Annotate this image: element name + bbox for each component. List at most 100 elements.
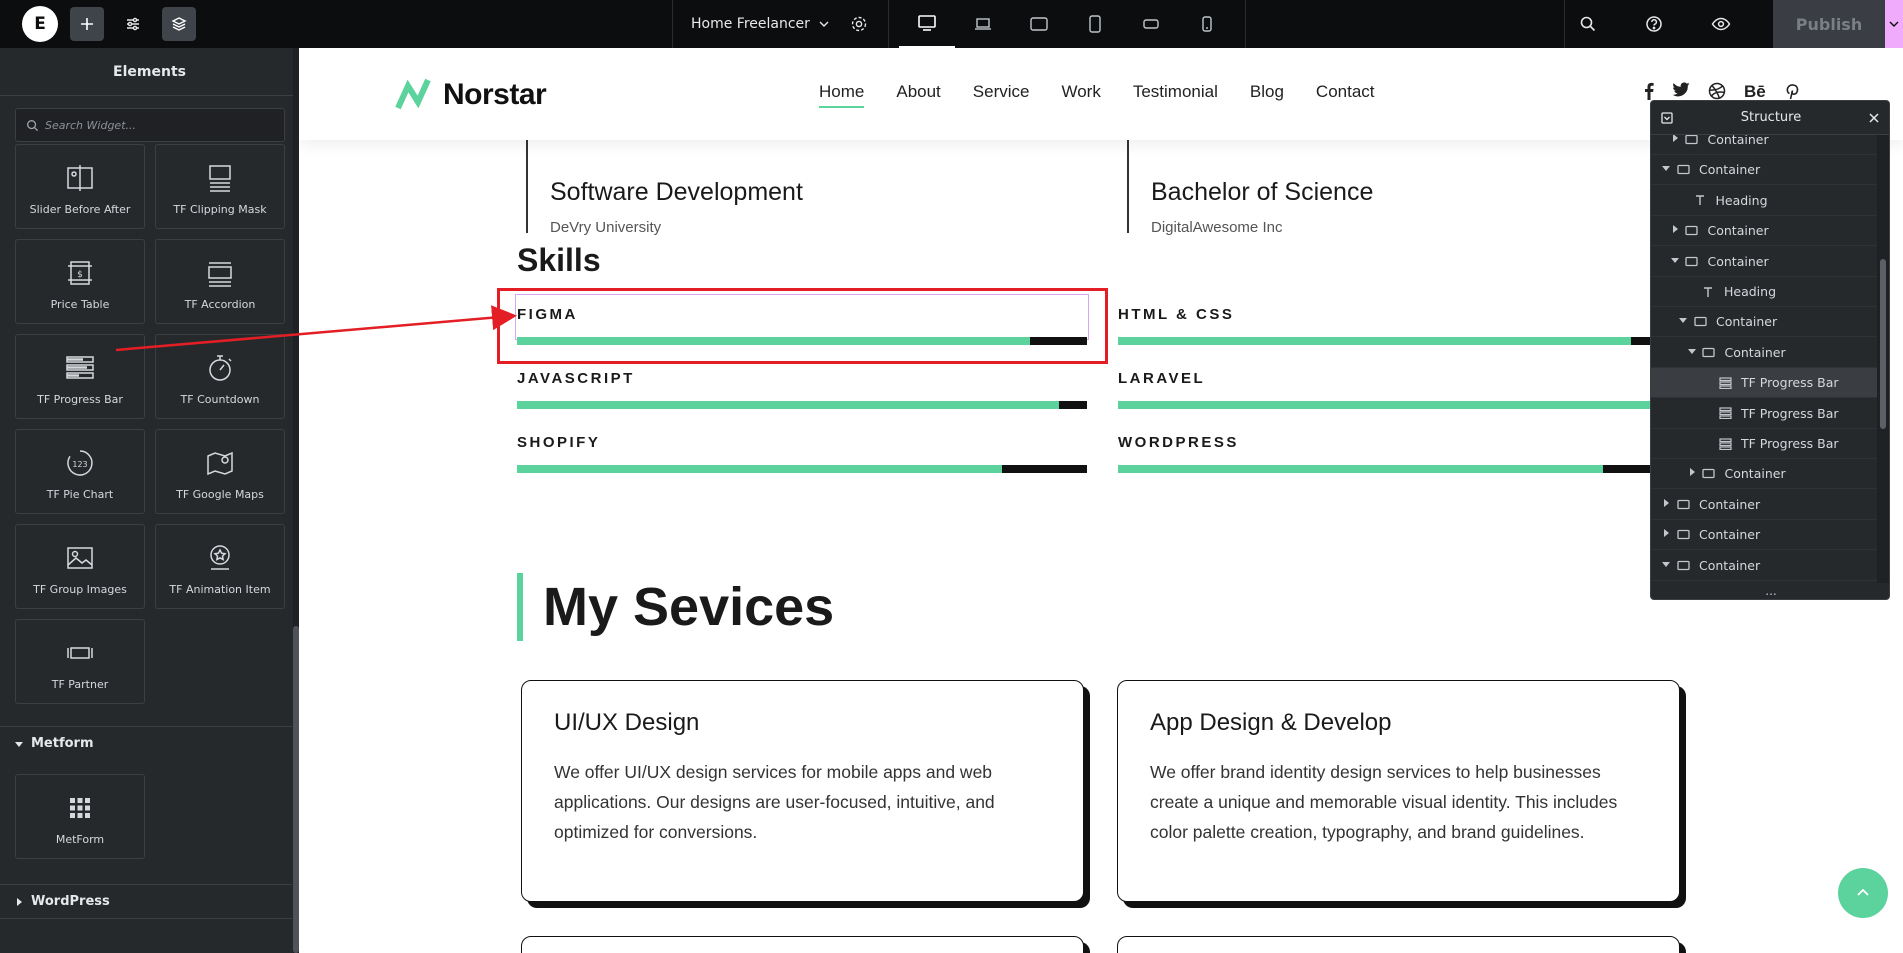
- structure-row[interactable]: TF Progress Bar: [1651, 399, 1877, 429]
- skill-progress-bar[interactable]: JAVASCRIPT: [517, 370, 1087, 409]
- structure-row-label: Container: [1699, 162, 1761, 178]
- structure-row[interactable]: Heading: [1651, 277, 1877, 307]
- skill-progress-bar[interactable]: WORDPRESS: [1118, 434, 1688, 473]
- caret-right-icon[interactable]: [1659, 498, 1673, 510]
- structure-row[interactable]: Container: [1651, 307, 1877, 338]
- service-description: We offer brand identity design services …: [1150, 762, 1618, 842]
- caret-down-icon[interactable]: [1685, 347, 1699, 358]
- device-laptop-button[interactable]: [955, 0, 1011, 48]
- help-icon[interactable]: [1645, 15, 1663, 33]
- structure-row[interactable]: Container: [1651, 338, 1877, 368]
- widget-progress-bar[interactable]: TF Progress Bar: [15, 334, 145, 419]
- facebook-icon[interactable]: [1644, 82, 1654, 100]
- twitter-icon[interactable]: [1672, 82, 1690, 98]
- structure-row[interactable]: Container: [1651, 459, 1877, 490]
- nav-blog[interactable]: Blog: [1250, 82, 1284, 108]
- partner-icon: [63, 636, 97, 670]
- behance-icon[interactable]: Bē: [1744, 82, 1766, 102]
- widget-label: TF Pie Chart: [46, 488, 114, 501]
- caret-right-icon[interactable]: [1668, 135, 1682, 145]
- caret-down-icon[interactable]: [1676, 316, 1690, 327]
- skill-progress-bar[interactable]: SHOPIFY: [517, 434, 1087, 473]
- site-settings-button[interactable]: [116, 7, 150, 41]
- page-settings-gear-icon[interactable]: [850, 15, 868, 33]
- caret-down-icon[interactable]: [1659, 560, 1673, 571]
- container-icon: [1690, 316, 1710, 327]
- publish-options-button[interactable]: [1885, 0, 1903, 48]
- desktop-icon: [918, 15, 936, 31]
- skill-progress-bar[interactable]: HTML & CSS: [1118, 306, 1688, 345]
- nav-service[interactable]: Service: [973, 82, 1030, 108]
- collapse-icon[interactable]: [1661, 111, 1673, 124]
- skill-progress-bar[interactable]: LARAVEL: [1118, 370, 1688, 409]
- caret-right-icon[interactable]: [1685, 468, 1699, 479]
- search-icon[interactable]: [1579, 15, 1597, 33]
- skill-name: SHOPIFY: [517, 434, 601, 451]
- structure-row[interactable]: Container: [1651, 247, 1877, 277]
- nav-home[interactable]: Home: [819, 82, 865, 108]
- structure-toggle-button[interactable]: [162, 7, 196, 41]
- clipping-mask-icon: [203, 161, 237, 195]
- structure-scrollbar[interactable]: [1877, 135, 1889, 583]
- site-brand[interactable]: Norstar: [395, 76, 547, 114]
- nav-testimonial[interactable]: Testimonial: [1133, 82, 1218, 108]
- caret-right-icon[interactable]: [1659, 529, 1673, 540]
- caret-right-icon[interactable]: [1668, 225, 1682, 236]
- publish-button[interactable]: Publish: [1773, 0, 1885, 48]
- caret-down-icon[interactable]: [1659, 164, 1673, 175]
- device-tablet-landscape-button[interactable]: [1011, 0, 1067, 48]
- widget-search-input[interactable]: [45, 118, 265, 132]
- close-icon[interactable]: [1869, 112, 1879, 123]
- device-tablet-portrait-button[interactable]: [1067, 0, 1123, 48]
- widget-clipping-mask[interactable]: TF Clipping Mask: [155, 144, 285, 229]
- section-wordpress[interactable]: WordPress: [0, 884, 292, 918]
- pinterest-icon[interactable]: [1784, 82, 1800, 100]
- widget-animation-item[interactable]: TF Animation Item: [155, 524, 285, 609]
- widget-accordion[interactable]: TF Accordion: [155, 239, 285, 324]
- widget-metform[interactable]: MetForm: [15, 774, 145, 859]
- device-mobile-landscape-button[interactable]: [1123, 0, 1179, 48]
- widget-group-images[interactable]: TF Group Images: [15, 524, 145, 609]
- widget-pie-chart[interactable]: 123 TF Pie Chart: [15, 429, 145, 514]
- structure-scrollbar-thumb[interactable]: [1880, 259, 1886, 429]
- page-selector[interactable]: Home Freelancer: [672, 0, 889, 48]
- education-title: Bachelor of Science: [1151, 178, 1374, 206]
- service-card[interactable]: UI/UX Design We offer UI/UX design servi…: [521, 680, 1084, 902]
- structure-row[interactable]: Heading: [1651, 186, 1877, 216]
- preview-eye-icon[interactable]: [1711, 15, 1731, 33]
- service-card[interactable]: App Design & Develop We offer brand iden…: [1117, 680, 1680, 902]
- widget-partner[interactable]: TF Partner: [15, 619, 145, 704]
- widget-price-table[interactable]: $ Price Table: [15, 239, 145, 324]
- back-to-top-button[interactable]: [1838, 868, 1888, 918]
- section-label: WordPress: [31, 894, 110, 909]
- structure-row[interactable]: Container: [1651, 216, 1877, 247]
- nav-about[interactable]: About: [896, 82, 940, 108]
- structure-row[interactable]: Container: [1651, 135, 1877, 155]
- structure-panel: Structure Container Container Heading Conta…: [1650, 100, 1890, 600]
- sliders-icon: [127, 17, 139, 31]
- structure-row-label: Container: [1716, 314, 1778, 330]
- elementor-logo-button[interactable]: E: [22, 6, 58, 42]
- structure-row[interactable]: TF Progress Bar: [1651, 429, 1877, 459]
- structure-row[interactable]: Container: [1651, 155, 1877, 186]
- section-metform[interactable]: Metform: [0, 726, 292, 760]
- service-card[interactable]: [521, 936, 1084, 953]
- nav-work[interactable]: Work: [1061, 82, 1100, 108]
- structure-resize-handle[interactable]: ...: [1651, 583, 1889, 599]
- structure-row[interactable]: Container: [1651, 490, 1877, 520]
- service-card[interactable]: [1117, 936, 1680, 953]
- tablet-portrait-icon: [1089, 15, 1101, 33]
- structure-row[interactable]: Container: [1651, 551, 1877, 581]
- device-mobile-portrait-button[interactable]: [1179, 0, 1235, 48]
- dribbble-icon[interactable]: [1708, 82, 1726, 100]
- widget-countdown[interactable]: TF Countdown: [155, 334, 285, 419]
- widget-slider-before-after[interactable]: Slider Before After: [15, 144, 145, 229]
- structure-title: Structure: [1740, 110, 1802, 125]
- nav-contact[interactable]: Contact: [1316, 82, 1375, 108]
- structure-row[interactable]: Container: [1651, 520, 1877, 551]
- structure-row[interactable]: TF Progress Bar: [1651, 368, 1877, 399]
- caret-down-icon[interactable]: [1668, 256, 1682, 267]
- device-desktop-button[interactable]: [898, 0, 955, 48]
- widget-google-maps[interactable]: TF Google Maps: [155, 429, 285, 514]
- add-element-button[interactable]: [70, 7, 104, 41]
